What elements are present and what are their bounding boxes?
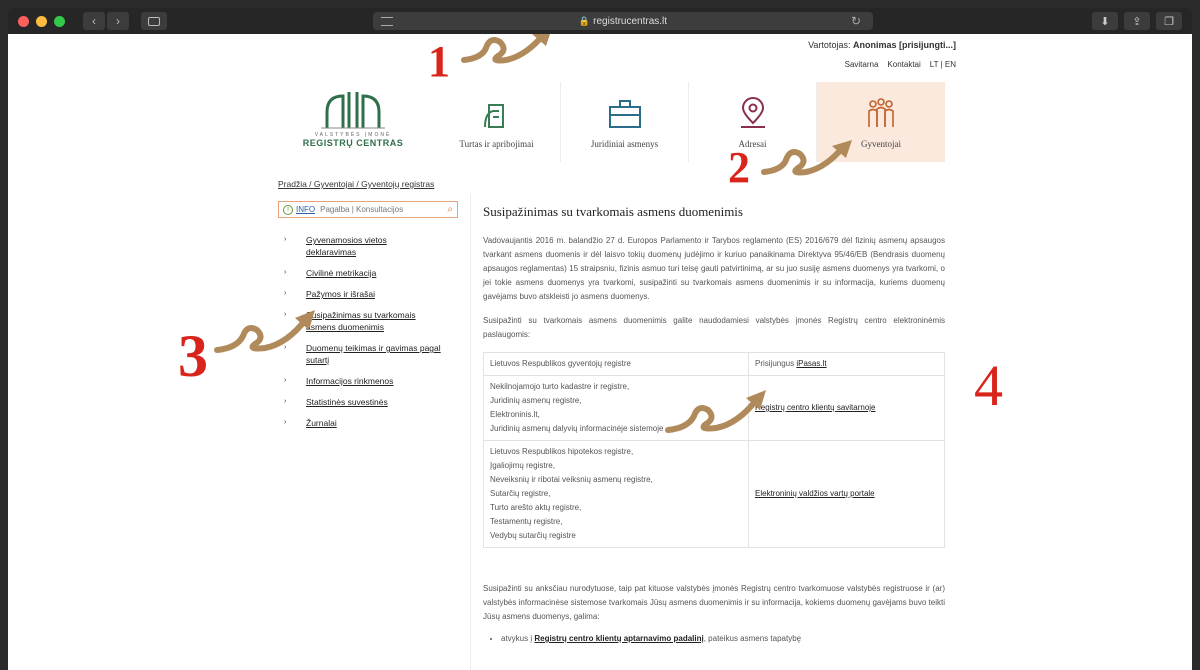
breadcrumb-text[interactable]: Pradžia / Gyventojai / Gyventojų registr… xyxy=(278,179,434,189)
sidebar-item-label: Statistinės suvestinės xyxy=(306,397,388,407)
annotation-arrow-icon xyxy=(214,310,315,353)
sidebar-item-label: Gyvenamosios vietos deklaravimas xyxy=(306,235,387,257)
minimize-window-button[interactable] xyxy=(36,15,47,27)
user-prefix: Vartotojas: xyxy=(808,40,851,50)
close-window-button[interactable] xyxy=(18,15,29,27)
user-name: Anonimas xyxy=(852,40,897,50)
annotation-number-3: 3 xyxy=(178,323,208,389)
sidebar-item-label: Civilinė metrikacija xyxy=(306,268,377,278)
annotation-arrow-icon xyxy=(761,140,852,176)
customer-service-link[interactable]: Registrų centro klientų aptarnavimo pada… xyxy=(534,634,703,643)
language-switch[interactable]: LT | EN xyxy=(930,60,956,69)
reader-icon[interactable] xyxy=(381,16,393,26)
sidebar-item-label: Žurnalai xyxy=(306,418,337,428)
category-nav: Turtas ir apribojimai Juridiniai asmenys… xyxy=(433,82,945,162)
sidebar-item-label: Informacijos rinkmenos xyxy=(306,376,394,386)
info-icon: i xyxy=(283,204,293,215)
table-row: Lietuvos Respublikos hipotekos registre,… xyxy=(483,440,945,548)
briefcase-icon xyxy=(608,95,642,129)
category-property[interactable]: Turtas ir apribojimai xyxy=(433,82,561,162)
sidebar-item-journals[interactable]: › Žurnalai xyxy=(284,417,462,429)
intro-paragraph: Vadovaujantis 2016 m. balandžio 27 d. Eu… xyxy=(483,236,945,301)
annotation-arrow-icon xyxy=(461,34,550,64)
address-bar[interactable]: 🔒 registrucentras.lt ↻ xyxy=(373,12,873,30)
column-divider xyxy=(470,194,471,670)
tabs-icon[interactable]: ❐ xyxy=(1156,12,1182,30)
other-registers-paragraph: Susipažinti su anksčiau nurodytuose, tai… xyxy=(483,584,945,621)
ipasas-link[interactable]: iPasas.lt xyxy=(796,359,826,368)
breadcrumb[interactable]: Pradžia / Gyventojai / Gyventojų registr… xyxy=(278,179,434,189)
access-cell: Registrų centro klientų savitarnoje xyxy=(748,375,945,441)
category-label: Turtas ir apribojimai xyxy=(459,139,534,149)
sidebar-item-certificates[interactable]: › Pažymos ir išrašai xyxy=(284,288,462,300)
category-label: Gyventojai xyxy=(861,139,901,149)
annotation-number-4: 4 xyxy=(974,353,1003,418)
url-text: registrucentras.lt xyxy=(593,15,668,27)
search-placeholder: Pagalba | Konsultacijos xyxy=(320,205,404,214)
table-row: Lietuvos Respublikos gyventojų registre … xyxy=(483,352,945,376)
registry-cell: Lietuvos Respublikos gyventojų registre xyxy=(483,352,749,376)
sidebar-item-info-files[interactable]: › Informacijos rinkmenos xyxy=(284,375,462,387)
info-link[interactable]: INFO xyxy=(296,205,315,214)
header-links: Savitarna Kontaktai LT | EN xyxy=(845,60,956,69)
bullet-icon: › xyxy=(284,290,287,297)
sidebar-item-label: Pažymos ir išrašai xyxy=(306,289,375,299)
sidebar-item-label: Susipažinimas su tvarkomais asmens duome… xyxy=(306,310,416,332)
options-list: atvykus į Registrų centro klientų aptarn… xyxy=(501,634,945,643)
help-search-input[interactable]: i INFO Pagalba | Konsultacijos ⌕ xyxy=(278,201,458,218)
download-icon[interactable]: ⬇ xyxy=(1092,12,1118,30)
zoom-window-button[interactable] xyxy=(54,15,65,27)
annotation-arrow-icon xyxy=(665,390,766,433)
sidebar-item-label: Duomenų teikimas ir gavimas pagal sutart… xyxy=(306,343,441,365)
self-service-link[interactable]: Savitarna xyxy=(845,60,879,69)
contacts-link[interactable]: Kontaktai xyxy=(887,60,920,69)
category-legal-entities[interactable]: Juridiniai asmenys xyxy=(561,82,689,162)
bullet-icon: › xyxy=(284,419,287,426)
page-title: Susipažinimas su tvarkomais asmens duome… xyxy=(483,204,743,219)
browser-toolbar: ‹ › 🔒 registrucentras.lt ↻ ⬇ ⇪ ❐ xyxy=(8,8,1192,34)
bullet-prefix: atvykus į xyxy=(501,634,535,643)
bullet-icon: › xyxy=(284,398,287,405)
access-prefix: Prisijungus xyxy=(755,359,797,368)
services-paragraph: Susipažinti su tvarkomais asmens duomeni… xyxy=(483,316,945,339)
sidebar-item-statistics[interactable]: › Statistinės suvestinės xyxy=(284,396,462,408)
registry-cell: Lietuvos Respublikos hipotekos registre,… xyxy=(483,440,749,548)
sidebar-item-declaration[interactable]: › Gyvenamosios vietos deklaravimas xyxy=(284,234,462,258)
web-page: Vartotojas: Anonimas [prisijungti...] Sa… xyxy=(8,34,1192,670)
bullet-icon: › xyxy=(284,377,287,384)
reload-icon[interactable]: ↻ xyxy=(851,14,861,28)
bullet-icon: › xyxy=(284,269,287,276)
search-icon[interactable]: ⌕ xyxy=(447,204,453,215)
logo-title: REGISTRŲ CENTRAS xyxy=(302,138,404,148)
logo-mark-icon xyxy=(321,92,385,129)
bullet-suffix: , pateikus asmens tapatybę xyxy=(703,634,802,643)
forward-button[interactable]: › xyxy=(107,12,129,30)
e-government-link[interactable]: Elektroninių valdžios vartų portale xyxy=(755,489,875,498)
annotation-number-2: 2 xyxy=(728,143,750,192)
people-icon xyxy=(864,95,898,129)
list-item: atvykus į Registrų centro klientų aptarn… xyxy=(501,634,945,643)
access-cell: Elektroninių valdžios vartų portale xyxy=(748,440,945,548)
sidebar-item-civil-registration[interactable]: › Civilinė metrikacija xyxy=(284,267,462,279)
property-icon xyxy=(481,95,513,129)
window-controls xyxy=(18,15,65,27)
annotation-number-1: 1 xyxy=(428,37,450,86)
user-status: Vartotojas: Anonimas [prisijungti...] xyxy=(808,40,956,50)
lock-icon: 🔒 xyxy=(578,15,591,26)
share-icon[interactable]: ⇪ xyxy=(1124,12,1150,30)
sidebar-toggle-icon[interactable] xyxy=(141,12,167,30)
registru-centras-logo[interactable]: VALSTYBĖS ĮMONĖ REGISTRŲ CENTRAS xyxy=(298,90,408,160)
login-link[interactable]: [prisijungti...] xyxy=(899,40,956,50)
location-pin-icon xyxy=(738,95,768,129)
back-button[interactable]: ‹ xyxy=(83,12,105,30)
category-label: Juridiniai asmenys xyxy=(590,139,659,149)
access-cell: Prisijungus iPasas.lt xyxy=(748,352,945,376)
bullet-icon: › xyxy=(284,236,287,243)
